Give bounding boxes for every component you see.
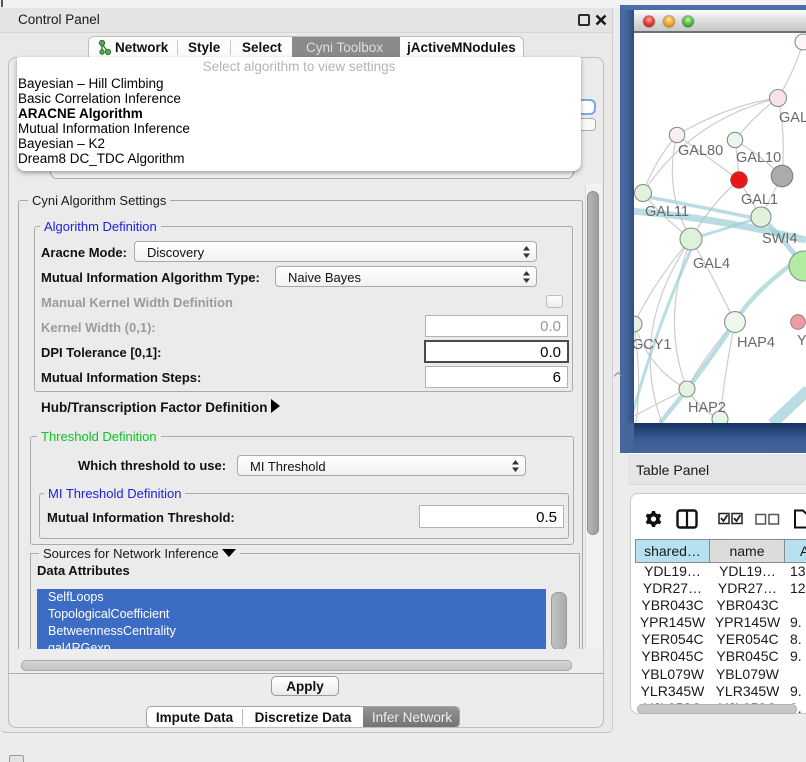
svg-text:GAL1: GAL1: [741, 192, 778, 208]
svg-text:GAL11: GAL11: [645, 204, 689, 220]
svg-text:HAP4: HAP4: [737, 335, 775, 351]
svg-text:SWI4: SWI4: [762, 231, 797, 247]
svg-text:HAP2: HAP2: [688, 400, 726, 416]
svg-text:GAL4: GAL4: [693, 256, 730, 272]
svg-text:GAL10: GAL10: [736, 150, 781, 166]
svg-text:GAL80: GAL80: [678, 143, 723, 159]
svg-text:Y: Y: [797, 333, 806, 349]
svg-text:GAL2: GAL2: [779, 110, 806, 126]
svg-text:GCY1: GCY1: [634, 337, 672, 353]
